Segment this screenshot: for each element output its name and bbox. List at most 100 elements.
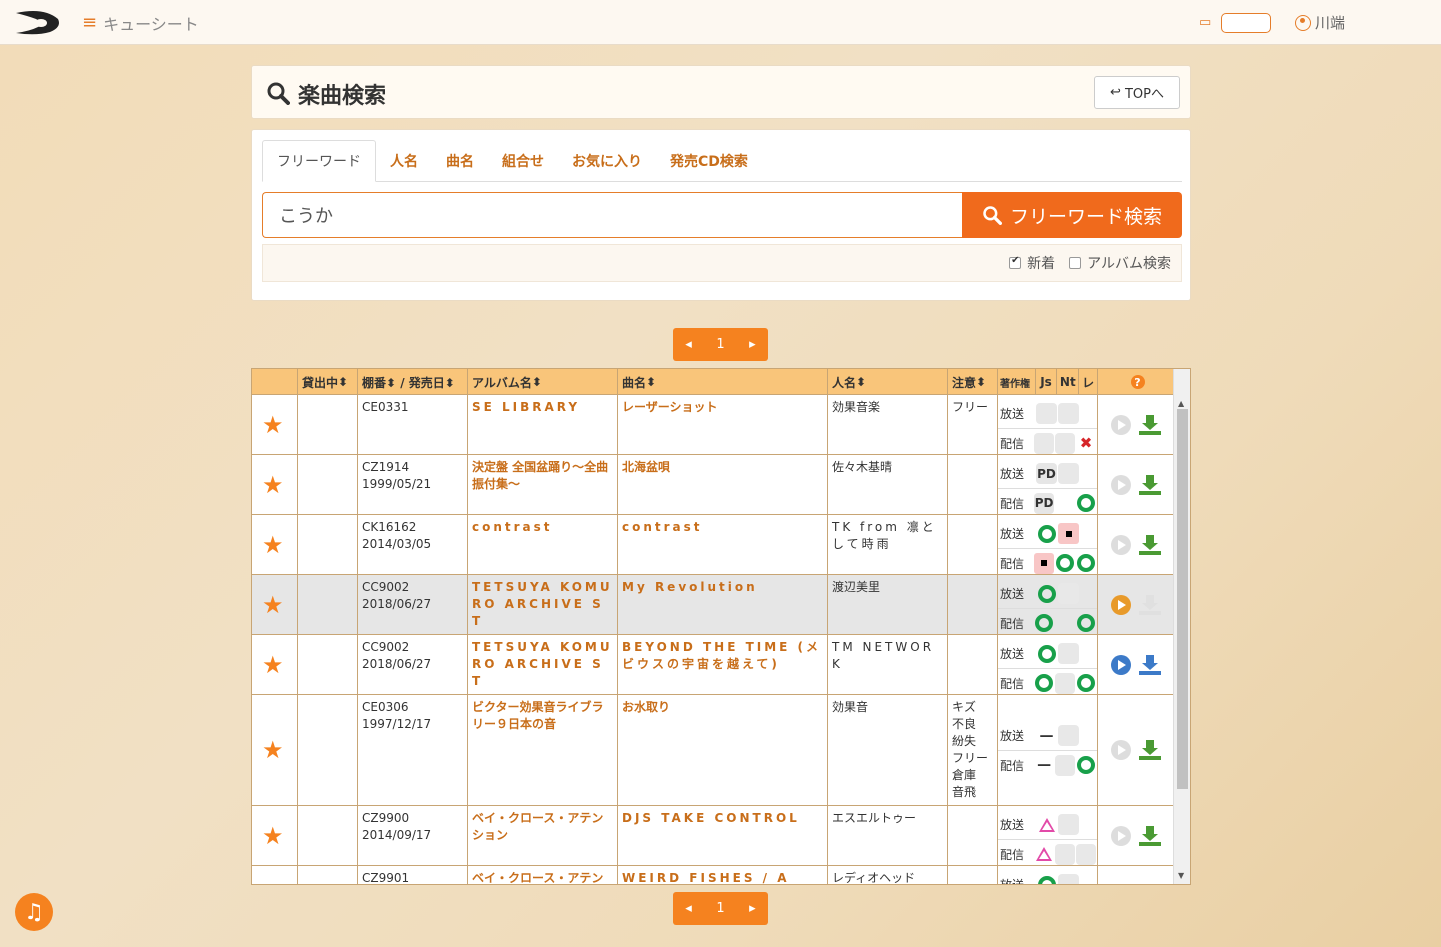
play-icon[interactable] xyxy=(1110,534,1131,555)
tray-count-box[interactable] xyxy=(1221,12,1271,33)
album-link[interactable]: ベイ・クロース・アテンション xyxy=(472,810,613,844)
favorite-star-icon[interactable]: ★ xyxy=(262,884,284,885)
table-row[interactable]: ★ CZ9900 2014/09/17 ベイ・クロース・アテンション DJS TA… xyxy=(252,806,1173,866)
download-icon[interactable] xyxy=(1138,825,1161,846)
col-rights: 著作権 Js Nt レ xyxy=(998,369,1098,395)
tab-combination[interactable]: 組合せ xyxy=(488,140,558,182)
table-scrollbar[interactable]: ▲ ▼ xyxy=(1173,369,1190,884)
favorite-star-icon[interactable]: ★ xyxy=(262,533,284,557)
tab-cd-search[interactable]: 発売CD検索 xyxy=(656,140,762,182)
album-link[interactable]: contrast xyxy=(472,519,613,536)
play-icon[interactable] xyxy=(1110,740,1131,760)
col-album[interactable]: アルバム名 ⬍ xyxy=(468,369,618,395)
square-mark-icon xyxy=(1058,523,1079,544)
song-link[interactable]: BEYOND THE TIME (メビウスの宇宙を越えて) xyxy=(622,639,823,673)
song-link[interactable]: レーザーショット xyxy=(622,399,823,416)
option-album-label: アルバム検索 xyxy=(1087,256,1171,272)
song-link[interactable]: contrast xyxy=(622,519,823,536)
play-icon[interactable] xyxy=(1110,594,1131,615)
option-album[interactable]: アルバム検索 xyxy=(1069,253,1171,273)
song-link[interactable]: WEIRD FISHES / A xyxy=(622,870,823,884)
album-search-checkbox[interactable] xyxy=(1069,257,1082,269)
scroll-thumb[interactable] xyxy=(1177,409,1188,789)
ok-ring-icon xyxy=(1077,554,1096,572)
col-note[interactable]: 注意 ⬍ xyxy=(948,369,998,395)
top-button[interactable]: ↩ TOPへ xyxy=(1094,76,1180,109)
tray-icon[interactable]: ▭ xyxy=(1199,15,1215,30)
col-lending[interactable]: 貸出中 ⬍ xyxy=(298,369,358,395)
play-icon[interactable] xyxy=(1110,414,1131,435)
play-icon[interactable] xyxy=(1110,825,1131,846)
song-link[interactable]: お水取り xyxy=(622,699,823,716)
pager-top: ◂ 1 ▸ xyxy=(673,328,768,361)
table-row[interactable]: ★ CZ1914 1999/05/21 決定盤 全国盆踊り〜全曲振付集〜 北海盆唄… xyxy=(252,455,1173,515)
prev-page-button[interactable]: ◂ xyxy=(685,901,692,916)
ok-ring-icon xyxy=(1077,756,1096,774)
song-link[interactable]: 北海盆唄 xyxy=(622,459,823,476)
favorite-star-icon[interactable]: ★ xyxy=(262,413,284,437)
ok-ring-icon xyxy=(1037,644,1056,663)
table-row[interactable]: ★ CC9002 2018/06/27 TETSUYA KOMURO ARCHIV… xyxy=(252,635,1173,695)
next-page-button[interactable]: ▸ xyxy=(749,337,756,352)
song-link[interactable]: DJS TAKE CONTROL xyxy=(622,810,823,827)
play-icon[interactable] xyxy=(1110,474,1131,495)
page-title: 楽曲検索 xyxy=(298,84,387,109)
album-link[interactable]: 決定盤 全国盆踊り〜全曲振付集〜 xyxy=(472,459,613,493)
menu-button[interactable]: ≡ キューシート xyxy=(82,11,199,35)
table-row[interactable]: ★ CE0306 1997/12/17 ビクター効果音ライブラリー９日本の音 お水… xyxy=(252,695,1173,806)
search-icon xyxy=(983,206,1002,225)
download-icon[interactable] xyxy=(1138,474,1161,495)
new-checkbox[interactable] xyxy=(1009,255,1022,269)
user-name: 川端 xyxy=(1315,14,1346,32)
page-number[interactable]: 1 xyxy=(716,337,724,352)
album-link[interactable]: SE LIBRARY xyxy=(472,399,613,416)
music-note-icon[interactable]: ♫ xyxy=(15,893,53,931)
song-link[interactable]: My Revolution xyxy=(622,579,823,596)
album-link[interactable]: ビクター効果音ライブラリー９日本の音 xyxy=(472,699,613,733)
tab-song[interactable]: 曲名 xyxy=(432,140,488,182)
album-link[interactable]: TETSUYA KOMURO ARCHIVE S T xyxy=(472,579,613,630)
freeword-search-button[interactable]: フリーワード検索 xyxy=(962,192,1182,238)
prev-page-button[interactable]: ◂ xyxy=(685,337,692,352)
col-shelf-date[interactable]: 棚番⬍ / 発売日⬍ xyxy=(358,369,468,395)
scroll-up-icon[interactable]: ▲ xyxy=(1178,399,1184,408)
table-row[interactable]: ★ CC9002 2018/06/27 TETSUYA KOMURO ARCHIV… xyxy=(252,575,1173,635)
top-bar: ≡ キューシート ▭ 川端 xyxy=(0,0,1441,45)
col-help: ? xyxy=(1098,369,1173,395)
favorite-star-icon[interactable]: ★ xyxy=(262,824,284,848)
favorite-star-icon[interactable]: ★ xyxy=(262,593,284,617)
album-link[interactable]: ベイ・クロース・アテン xyxy=(472,870,613,884)
col-person[interactable]: 人名 ⬍ xyxy=(828,369,948,395)
logo-icon[interactable] xyxy=(14,9,62,35)
col-song[interactable]: 曲名 ⬍ xyxy=(618,369,828,395)
favorite-star-icon[interactable]: ★ xyxy=(262,653,284,677)
cross-icon: ✖ xyxy=(1079,434,1093,452)
next-page-button[interactable]: ▸ xyxy=(749,901,756,916)
page-number[interactable]: 1 xyxy=(716,901,724,916)
download-icon[interactable] xyxy=(1138,414,1161,435)
option-new[interactable]: 新着 xyxy=(1009,253,1055,273)
ok-ring-icon xyxy=(1077,494,1096,512)
download-icon[interactable] xyxy=(1138,740,1161,760)
album-link[interactable]: TETSUYA KOMURO ARCHIVE S T xyxy=(472,639,613,690)
user-icon xyxy=(1295,14,1311,31)
tab-person[interactable]: 人名 xyxy=(376,140,432,182)
tab-favorites[interactable]: お気に入り xyxy=(558,140,656,182)
table-row[interactable]: ★ CE0331 SE LIBRARY レーザーショット 効果音楽 フリー 放送… xyxy=(252,395,1173,455)
help-icon[interactable]: ? xyxy=(1130,375,1145,389)
play-icon[interactable] xyxy=(1110,654,1131,675)
user-menu[interactable]: 川端 xyxy=(1295,12,1345,33)
table-row[interactable]: ★ CZ9901 ベイ・クロース・アテン WEIRD FISHES / A レデ… xyxy=(252,866,1173,885)
ok-ring-icon xyxy=(1035,674,1054,692)
tab-freeword[interactable]: フリーワード xyxy=(262,140,376,182)
scroll-down-icon[interactable]: ▼ xyxy=(1178,871,1184,880)
freeword-input[interactable] xyxy=(262,192,963,238)
favorite-star-icon[interactable]: ★ xyxy=(262,473,284,497)
favorite-star-icon[interactable]: ★ xyxy=(262,738,284,762)
option-new-label: 新着 xyxy=(1027,256,1056,272)
table-row[interactable]: ★ CK16162 2014/03/05 contrast contrast TK… xyxy=(252,515,1173,575)
triangle-icon xyxy=(1038,817,1055,832)
download-icon[interactable] xyxy=(1138,654,1161,675)
triangle-icon xyxy=(1036,847,1053,861)
download-icon[interactable] xyxy=(1138,534,1161,555)
